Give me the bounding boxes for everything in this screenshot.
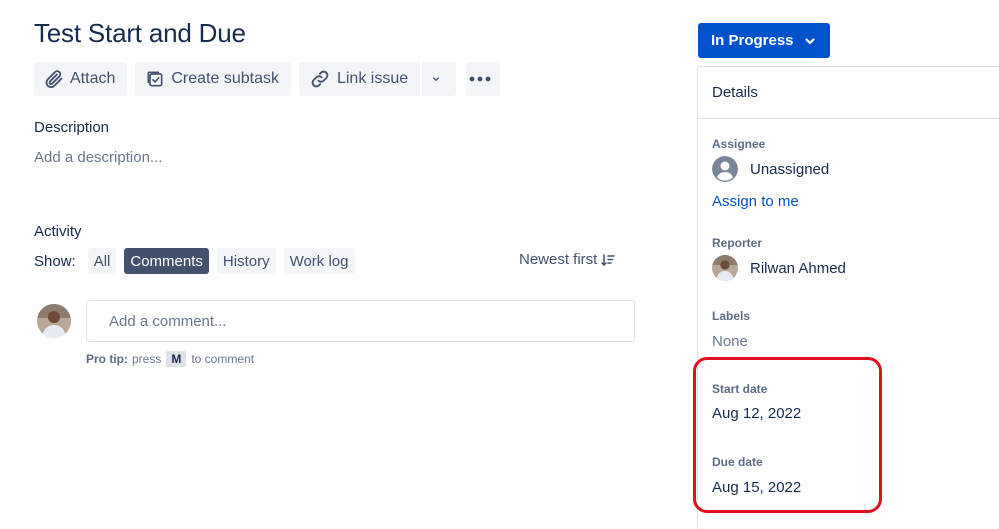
issue-toolbar: Attach Create subtask Link issue bbox=[34, 62, 508, 96]
details-heading[interactable]: Details bbox=[698, 67, 999, 119]
pro-tip-suffix: to comment bbox=[191, 352, 255, 366]
attach-button[interactable]: Attach bbox=[34, 62, 128, 96]
link-icon bbox=[311, 70, 329, 88]
status-dropdown-button[interactable]: In Progress bbox=[698, 23, 830, 58]
filter-history[interactable]: History bbox=[216, 248, 276, 274]
assign-to-me-link[interactable]: Assign to me bbox=[712, 193, 799, 210]
create-subtask-label: Create subtask bbox=[171, 70, 279, 87]
filter-work-log[interactable]: Work log bbox=[283, 248, 355, 274]
chevron-down-icon bbox=[804, 37, 815, 44]
status-label: In Progress bbox=[711, 32, 794, 49]
description-label: Description bbox=[34, 119, 110, 136]
sort-descending-icon bbox=[601, 253, 616, 266]
keyboard-shortcut-key: M bbox=[166, 351, 187, 367]
activity-label: Activity bbox=[34, 223, 82, 240]
more-actions-button[interactable] bbox=[466, 62, 501, 96]
due-date-value[interactable]: Aug 15, 2022 bbox=[712, 479, 801, 496]
paperclip-icon bbox=[45, 70, 63, 88]
create-subtask-button[interactable]: Create subtask bbox=[135, 62, 291, 96]
start-date-label: Start date bbox=[712, 382, 768, 396]
labels-label: Labels bbox=[712, 309, 751, 323]
show-label: Show: bbox=[34, 252, 76, 270]
assignee-field[interactable]: Unassigned bbox=[712, 156, 829, 182]
pro-tip-press: press bbox=[132, 352, 162, 366]
activity-filter-bar: Show: All Comments History Work log bbox=[34, 248, 363, 274]
reporter-avatar bbox=[712, 255, 738, 281]
attach-label: Attach bbox=[70, 70, 116, 87]
filter-comments[interactable]: Comments bbox=[124, 248, 209, 274]
assignee-label: Assignee bbox=[712, 137, 766, 151]
unassigned-user-icon bbox=[712, 156, 738, 182]
link-issue-button[interactable]: Link issue bbox=[298, 62, 421, 96]
labels-value[interactable]: None bbox=[712, 333, 748, 350]
filter-all[interactable]: All bbox=[87, 248, 117, 274]
reporter-field[interactable]: Rilwan Ahmed bbox=[712, 255, 846, 281]
checkbox-icon bbox=[147, 71, 163, 87]
chevron-down-icon bbox=[433, 77, 440, 81]
sort-order-button[interactable]: Newest first bbox=[519, 251, 616, 268]
assignee-value: Unassigned bbox=[750, 160, 830, 178]
link-issue-dropdown-button[interactable] bbox=[422, 62, 457, 96]
link-issue-label: Link issue bbox=[336, 70, 409, 87]
description-input[interactable]: Add a description... bbox=[34, 149, 162, 166]
sort-order-label: Newest first bbox=[519, 251, 598, 268]
pro-tip: Pro tip: press M to comment bbox=[86, 351, 254, 367]
issue-title[interactable]: Test Start and Due bbox=[34, 18, 246, 49]
reporter-value: Rilwan Ahmed bbox=[750, 259, 846, 277]
reporter-label: Reporter bbox=[712, 236, 763, 250]
comment-input[interactable]: Add a comment... bbox=[86, 300, 635, 342]
due-date-label: Due date bbox=[712, 455, 763, 469]
current-user-avatar bbox=[37, 304, 71, 338]
pro-tip-prefix: Pro tip: bbox=[86, 352, 128, 366]
start-date-value[interactable]: Aug 12, 2022 bbox=[712, 405, 801, 422]
more-horizontal-icon bbox=[469, 76, 491, 82]
